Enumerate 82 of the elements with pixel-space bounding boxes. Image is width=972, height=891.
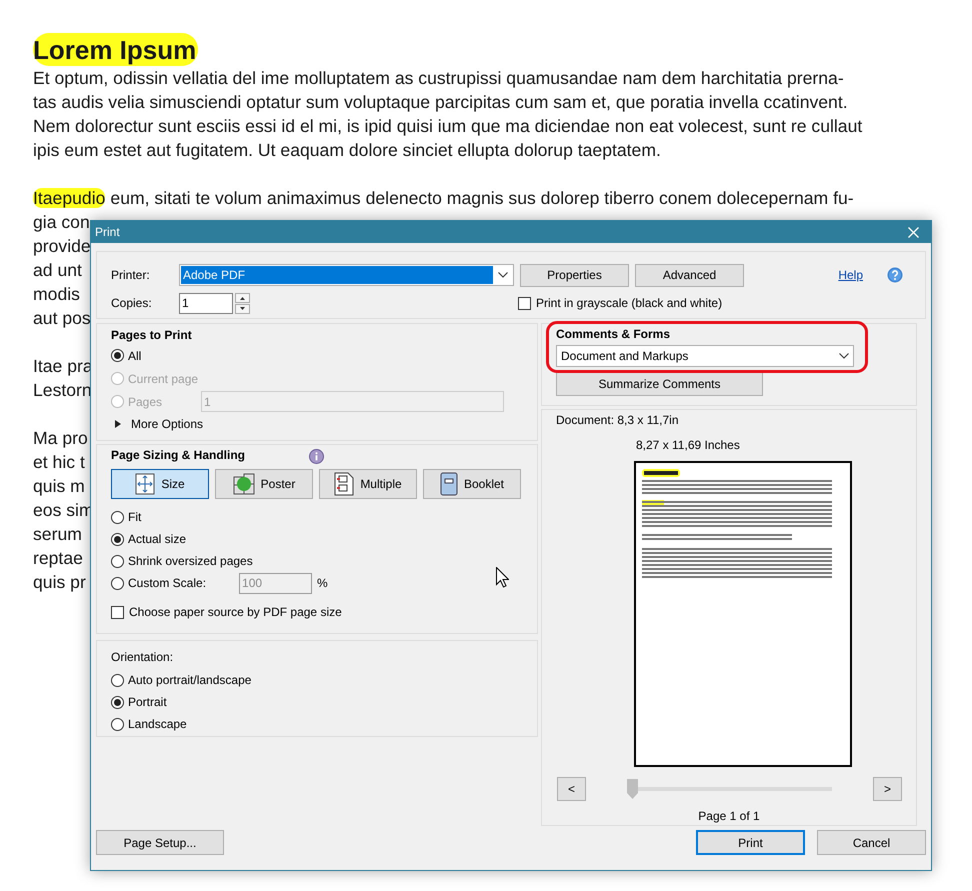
text-line: Ma pro	[33, 428, 88, 448]
mouse-cursor-icon	[496, 567, 509, 588]
spinner-icon[interactable]	[235, 292, 250, 314]
page-setup-button[interactable]: Page Setup...	[96, 830, 224, 855]
radio-button[interactable]	[111, 674, 124, 686]
option-label: Landscape	[128, 717, 187, 731]
option-label: Custom Scale:	[128, 576, 206, 590]
paper-size-text: 8,27 x 11,69 Inches	[636, 438, 741, 452]
text-line: provide	[33, 236, 91, 256]
comments-dropdown[interactable]: Document and Markups	[556, 345, 854, 367]
more-options-label[interactable]: More Options	[131, 417, 204, 431]
radio-button[interactable]	[111, 554, 124, 568]
document-title: Lorem Ipsum	[33, 33, 198, 66]
text-line: Nem dolorectur sunt esciis essi id el mi, is ipid quisi ium que ma diciendae non eat volecest, sunt re cullaut	[33, 116, 862, 136]
radio-button[interactable]	[111, 576, 124, 590]
tiled-pages-icon	[232, 473, 255, 495]
text-line: ad unt	[33, 260, 82, 280]
dialog-button[interactable]: Advanced	[635, 264, 744, 286]
help-link[interactable]: Help	[838, 268, 863, 282]
text-line: gia con	[33, 212, 90, 232]
text-line: eum, sitati te volum animaximus delenecto magnis sus dolorep tiberro conem dolecepernam fu-	[110, 188, 854, 208]
text-line: quis pr	[33, 572, 86, 592]
window-title: Print	[95, 225, 120, 239]
dialog-button[interactable]: Properties	[520, 264, 629, 286]
section-title: Pages to Print	[111, 328, 193, 344]
text-line: tas audis velia simusciendi optatur sum voluptaque parcipitas cum sam et, que poratia invella ccatinvent.	[33, 92, 848, 112]
checkbox[interactable]	[111, 606, 124, 618]
cancel-button[interactable]: Cancel	[817, 830, 926, 855]
mode-tab[interactable]: Booklet	[423, 469, 521, 499]
mode-tab[interactable]: Poster	[215, 469, 313, 499]
help-icon[interactable]	[887, 267, 903, 283]
page-count-text: Page 1 of 1	[697, 809, 761, 823]
section-title: Comments & Forms	[556, 327, 672, 343]
expand-triangle-icon[interactable]	[115, 420, 121, 428]
document-size-text: Document: 8,3 x 11,7in	[555, 412, 680, 427]
mode-tab[interactable]: Size	[111, 469, 209, 499]
copies-label: Copies:	[111, 296, 153, 310]
chevron-down-icon	[839, 353, 849, 359]
summarize-button[interactable]: Summarize Comments	[556, 372, 763, 396]
multiple-pages-icon	[334, 472, 354, 496]
radio-button[interactable]	[111, 532, 124, 546]
print-button[interactable]: Print	[696, 830, 805, 855]
radio-button[interactable]	[111, 696, 124, 708]
text-line: et hic t	[33, 452, 85, 472]
chevron-down-icon	[498, 272, 508, 278]
paper-source-label: Choose paper source by PDF page size	[129, 605, 342, 619]
mode-tab[interactable]: Multiple	[319, 469, 417, 499]
option-label: Current page	[128, 372, 198, 386]
option-label: Fit	[128, 510, 142, 524]
option-label: Shrink oversized pages	[128, 554, 253, 568]
checkbox[interactable]	[518, 296, 531, 310]
close-icon[interactable]	[908, 226, 919, 238]
text-line: serum	[33, 524, 82, 544]
slider-thumb[interactable]	[627, 779, 638, 799]
printer-label: Printer:	[111, 268, 151, 282]
radio-button[interactable]	[111, 718, 124, 730]
text-line: quis m	[33, 476, 85, 496]
radio-button[interactable]	[111, 349, 124, 362]
text-line: aut pos	[33, 308, 91, 328]
section-title: Page Sizing & Handling	[111, 448, 246, 464]
text-line: ipis eum estet aut fugitatem. Ut eaquam dolore sinciet ellupta dolorup taeptatem.	[33, 140, 661, 160]
printer-dropdown[interactable]: Adobe PDF	[179, 264, 514, 286]
option-label: All	[128, 348, 142, 362]
radio-button[interactable]	[111, 510, 124, 524]
next-page-button[interactable]: >	[873, 777, 902, 801]
text-line: modis	[33, 284, 80, 304]
option-label: Actual size	[128, 532, 186, 546]
grayscale-label: Print in grayscale (black and white)	[536, 296, 722, 310]
text-line: Et optum, odissin vellatia del ime molluptatem as custrupissi quamusandae nam dem harchitatia prerna-	[33, 68, 844, 88]
option-label: Auto portrait/landscape	[128, 673, 252, 687]
text-line: reptae	[33, 548, 83, 568]
text-line: Lestorn	[33, 380, 92, 400]
option-label: Portrait	[128, 695, 167, 709]
info-icon[interactable]	[309, 448, 324, 464]
resize-page-icon	[135, 473, 156, 495]
highlighted-word: Itaepudio	[33, 188, 106, 208]
option-label: Pages	[128, 394, 162, 408]
percent-label: %	[317, 576, 328, 590]
booklet-icon	[440, 472, 458, 496]
copies-field[interactable]: 1	[179, 292, 233, 314]
previous-page-button[interactable]: <	[557, 777, 586, 801]
section-title: Orientation:	[111, 650, 174, 666]
